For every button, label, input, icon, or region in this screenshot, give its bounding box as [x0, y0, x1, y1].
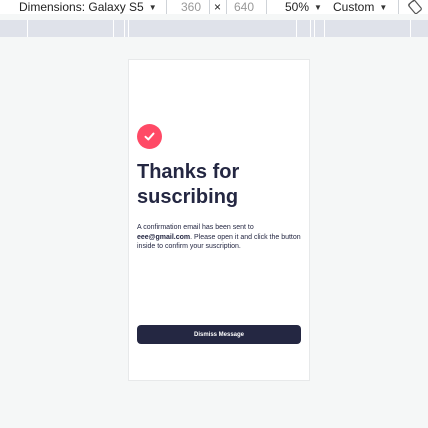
height-input[interactable]: 640: [234, 0, 254, 14]
width-value: 360: [181, 0, 202, 14]
rotate-button[interactable]: [408, 0, 422, 14]
dimensions-dropdown[interactable]: Dimensions: Galaxy S5 ▼: [19, 0, 157, 14]
email-address: eee@gmail.com: [137, 233, 191, 241]
message-prefix: A confirmation email has been sent to: [137, 224, 254, 231]
device-viewport: Thanks for suscribing A confirmation ema…: [128, 59, 310, 381]
caret-down-icon: ▼: [148, 2, 157, 12]
zoom-dropdown[interactable]: 50% ▼: [285, 0, 322, 14]
caret-down-icon: ▼: [314, 2, 322, 12]
times-separator: ×: [214, 0, 221, 14]
dimensions-label: Dimensions: Galaxy S5: [19, 0, 144, 14]
zoom-value: 50%: [285, 0, 310, 14]
throttle-value: Custom: [333, 0, 375, 14]
check-circle-icon: [137, 124, 162, 149]
media-query-ruler: [0, 20, 428, 37]
devtools-device-toolbar: Dimensions: Galaxy S5 ▼ 360 × 640 50% ▼ …: [0, 0, 428, 14]
width-input[interactable]: 360: [181, 0, 201, 14]
throttle-dropdown[interactable]: Custom ▼: [333, 0, 387, 14]
height-value: 640: [234, 0, 255, 14]
caret-down-icon: ▼: [379, 2, 388, 12]
rotate-icon: [408, 0, 422, 14]
confirmation-message: A confirmation email has been sent to ee…: [137, 223, 303, 252]
times-symbol: ×: [214, 0, 222, 14]
page-title: Thanks for suscribing: [137, 161, 240, 208]
dismiss-message-button[interactable]: Dismiss Message: [137, 325, 301, 344]
